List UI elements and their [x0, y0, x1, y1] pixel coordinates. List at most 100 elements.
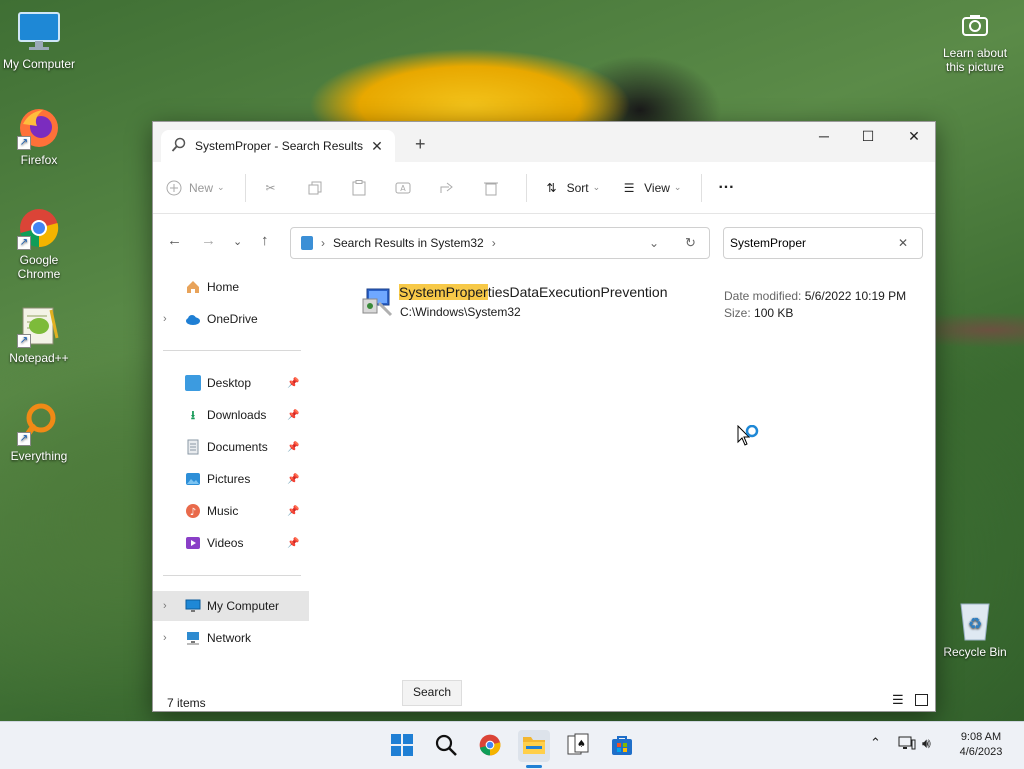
new-button[interactable]: New ⌄ — [165, 179, 225, 197]
breadcrumb[interactable]: Search Results in System32 — [333, 236, 484, 250]
tab-search-results[interactable]: SystemProper - Search Results ✕ — [161, 130, 395, 162]
desktop-icon-notepadpp[interactable]: ↗ Notepad++ — [0, 304, 78, 365]
chevron-down-icon: ⌄ — [592, 182, 601, 192]
taskbar-chrome[interactable] — [474, 730, 506, 762]
item-count: 7 items — [167, 696, 206, 710]
learn-about-picture[interactable]: Learn about this picture — [940, 14, 1010, 74]
search-tooltip: Search — [402, 680, 462, 706]
copy-button[interactable] — [306, 179, 330, 197]
search-icon — [171, 137, 187, 156]
clipboard-icon — [350, 179, 368, 197]
taskbar-store[interactable] — [606, 730, 638, 762]
desktop-icon-label: Firefox — [20, 153, 58, 167]
desktop-icon-firefox[interactable]: ↗ Firefox — [0, 106, 78, 167]
sidebar-item-label: Desktop — [207, 376, 252, 390]
taskbar-search-button[interactable] — [430, 730, 462, 762]
sidebar-item-pictures[interactable]: Pictures 📌 — [153, 464, 309, 494]
svg-text:♻: ♻ — [968, 614, 982, 633]
desktop-icon-label: Everything — [10, 449, 68, 463]
taskbar-solitaire[interactable]: ♠ — [562, 730, 594, 762]
sidebar-item-videos[interactable]: Videos 📌 — [153, 528, 309, 558]
new-tab-button[interactable]: + — [415, 134, 426, 155]
clear-search-icon[interactable]: ✕ — [898, 236, 908, 250]
pin-icon: 📌 — [287, 409, 300, 421]
new-label: New — [189, 180, 214, 195]
chevron-right-icon[interactable]: › — [163, 632, 177, 644]
address-bar[interactable]: › Search Results in System32 › ⌄ ↻ — [290, 227, 710, 259]
sidebar-item-network[interactable]: › Network — [153, 623, 309, 653]
chrome-icon — [478, 733, 502, 760]
size-label: Size: — [724, 306, 751, 320]
sidebar-item-onedrive[interactable]: › OneDrive — [153, 304, 309, 334]
toolbar-divider — [701, 173, 703, 202]
sidebar-item-downloads[interactable]: ⭳ Downloads 📌 — [153, 400, 309, 430]
date-value: 5/6/2022 10:19 PM — [804, 289, 907, 303]
view-list-icon: ☰ — [623, 180, 635, 195]
refresh-icon[interactable]: ↻ — [685, 235, 696, 251]
date-label: Date modified: — [724, 289, 802, 303]
video-icon — [185, 535, 201, 551]
chevron-up-icon[interactable]: ⌃ — [870, 735, 881, 751]
share-button[interactable] — [438, 179, 462, 197]
sidebar-divider — [163, 350, 301, 351]
minimize-button[interactable]: ─ — [801, 122, 847, 152]
svg-text:♪: ♪ — [190, 507, 196, 518]
chevron-right-icon[interactable]: › — [163, 313, 177, 325]
svg-text:♠: ♠ — [577, 739, 586, 750]
up-arrow-icon[interactable]: ↑ — [261, 232, 269, 249]
view-button[interactable]: ☰ View ⌄ — [620, 179, 682, 197]
close-tab-icon[interactable]: ✕ — [369, 138, 385, 155]
search-box[interactable]: ✕ — [723, 227, 923, 259]
shortcut-arrow-icon: ↗ — [17, 432, 31, 446]
monitor-icon — [185, 598, 201, 614]
network-icon — [185, 630, 201, 646]
sidebar-item-label: OneDrive — [207, 312, 258, 326]
trash-icon — [482, 179, 500, 197]
sidebar-item-music[interactable]: ♪ Music 📌 — [153, 496, 309, 526]
sidebar-item-desktop[interactable]: Desktop 📌 — [153, 368, 309, 398]
pictures-icon — [185, 471, 201, 487]
title-bar: SystemProper - Search Results ✕ + ─ ☐ ✕ — [153, 122, 935, 162]
search-input[interactable] — [730, 236, 898, 250]
sidebar-item-label: Home — [207, 280, 240, 294]
download-icon: ⭳ — [190, 408, 196, 422]
desktop-icon-my-computer[interactable]: My Computer — [0, 10, 78, 71]
maximize-button[interactable]: ☐ — [845, 122, 891, 152]
sidebar-item-home[interactable]: Home — [153, 272, 309, 302]
close-window-button[interactable]: ✕ — [891, 122, 937, 152]
desktop-icon-everything[interactable]: ↗ Everything — [0, 402, 78, 463]
cut-button[interactable]: ✂ — [262, 179, 286, 197]
rename-button[interactable]: A — [394, 179, 418, 197]
sidebar-item-my-computer[interactable]: › My Computer — [153, 591, 309, 621]
chevron-right-icon[interactable]: › — [163, 600, 177, 612]
sidebar-item-label: Videos — [207, 536, 244, 550]
paste-button[interactable] — [350, 179, 374, 197]
tab-title: SystemProper - Search Results — [195, 139, 364, 153]
desktop-icon-label: Google Chrome — [17, 253, 61, 281]
network-status-icon[interactable] — [898, 735, 916, 754]
tiles-view-icon[interactable] — [915, 694, 928, 706]
desktop-icon-recycle-bin[interactable]: ♻ Recycle Bin — [936, 598, 1014, 659]
system-clock[interactable]: 9:08 AM 4/6/2023 — [950, 730, 1012, 760]
sort-button[interactable]: ⇅ Sort ⌄ — [543, 179, 601, 197]
volume-icon[interactable]: 🔊︎ — [922, 735, 931, 752]
desktop-icon-chrome[interactable]: ↗ Google Chrome — [0, 206, 78, 281]
chevron-down-icon[interactable]: ⌄ — [649, 236, 659, 250]
pin-icon: 📌 — [287, 537, 300, 549]
chevron-down-icon: ⌄ — [673, 182, 682, 192]
more-label: ··· — [718, 178, 735, 196]
windows-logo-icon — [390, 733, 414, 760]
forward-arrow-icon[interactable]: → — [201, 232, 216, 249]
delete-button[interactable] — [482, 179, 506, 197]
back-arrow-icon[interactable]: ← — [167, 232, 182, 249]
recent-chevron-icon[interactable]: ⌄ — [233, 235, 242, 248]
sidebar-item-documents[interactable]: Documents 📌 — [153, 432, 309, 462]
pin-icon: 📌 — [287, 377, 300, 389]
shortcut-arrow-icon: ↗ — [17, 236, 31, 250]
monitor-icon — [17, 10, 61, 54]
start-button[interactable] — [386, 730, 418, 762]
taskbar-file-explorer[interactable] — [518, 730, 550, 768]
svg-text:A: A — [400, 184, 406, 193]
details-view-icon[interactable]: ☰ — [892, 692, 904, 708]
more-options-button[interactable]: ··· — [718, 179, 734, 197]
